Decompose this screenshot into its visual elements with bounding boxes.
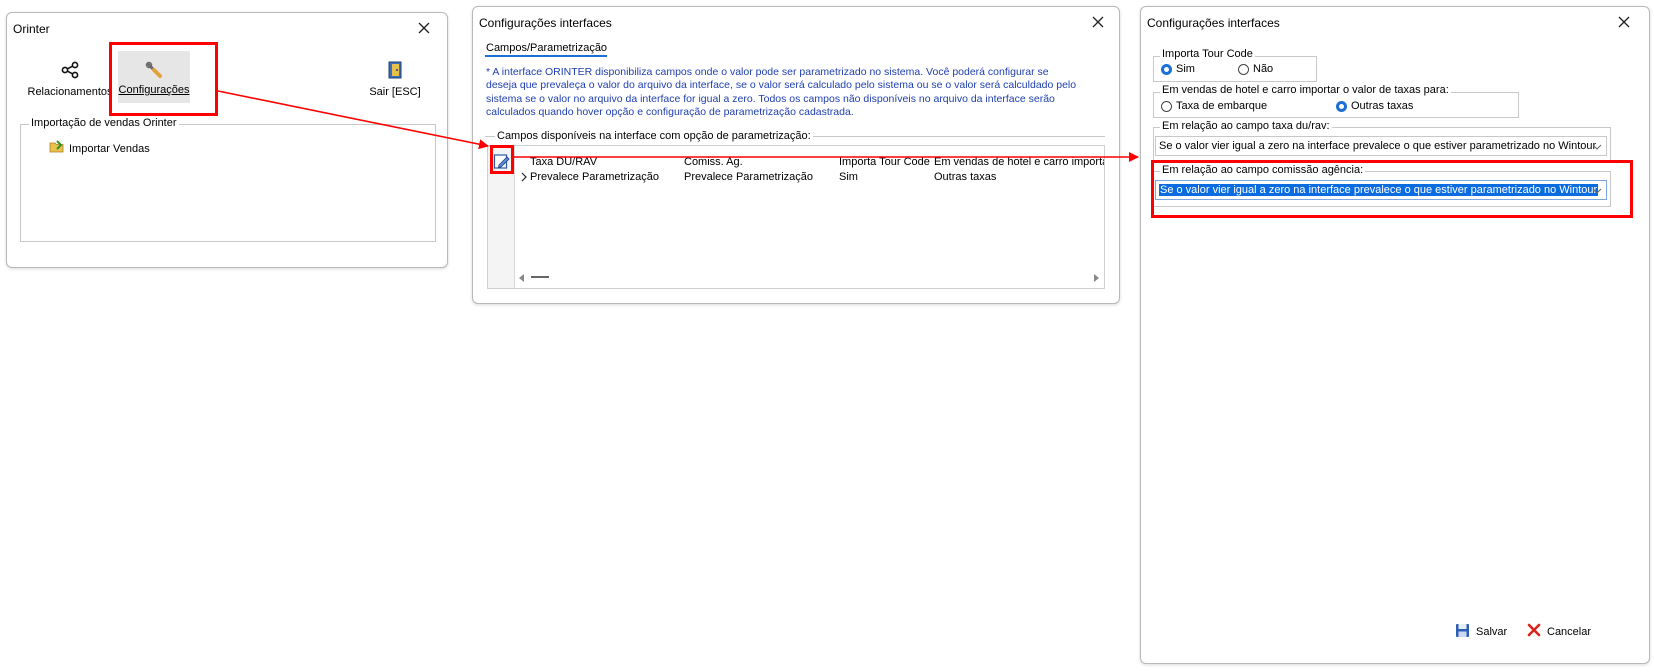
exit-door-icon [387,61,403,82]
tour-code-legend: Importa Tour Code [1160,48,1255,60]
tour-code-sim-label: Sim [1176,63,1195,75]
importacao-group-title: Importação de vendas Orinter [29,117,179,129]
cancelar-button[interactable]: Cancelar [1527,623,1591,640]
info-line: sistema se o valor no arquivo da interfa… [486,92,1055,105]
orinter-window-title: Orinter [13,22,50,36]
taxa-embarque-label: Taxa de embarque [1176,100,1268,112]
config-form-window: Configurações interfaces Importa Tour Co… [1140,6,1650,664]
grid-cell: Sim [839,171,858,183]
close-icon[interactable] [417,21,431,35]
config-form-window-title: Configurações interfaces [1147,16,1280,30]
config-grid-window-title: Configurações interfaces [479,16,612,30]
tab-campos-parametrizacao[interactable]: Campos/Parametrização [486,42,607,54]
tour-code-sim-radio[interactable]: Sim [1161,63,1195,75]
relacionamentos-button[interactable]: Relacionamentos [27,61,113,98]
share-nodes-icon [61,61,79,82]
close-icon[interactable] [1091,15,1105,29]
salvar-label: Salvar [1476,626,1508,638]
sair-label: Sair [ESC] [369,86,421,98]
save-icon [1455,623,1470,641]
info-line: * A interface ORINTER disponibiliza camp… [486,66,1049,78]
chevron-down-icon [1592,186,1602,198]
importar-vendas-label: Importar Vendas [69,142,150,155]
scrollbar-thumb[interactable] [531,276,549,278]
info-text: * A interface ORINTER disponibiliza camp… [486,66,1076,119]
radio-selected-icon [1336,100,1347,112]
importar-vendas-item[interactable]: Importar Vendas [49,139,150,158]
info-line: deseja que prevaleça o valor do arquivo … [486,79,1077,92]
cancel-x-icon [1527,623,1541,640]
horizontal-scrollbar[interactable] [515,270,1103,284]
hotel-carro-legend: Em vendas de hotel e carro importar o va… [1160,84,1451,96]
scroll-right-icon[interactable] [1093,273,1099,285]
outras-taxas-radio[interactable]: Outras taxas [1336,100,1413,112]
table-row[interactable]: Prevalece Parametrização Prevalece Param… [515,170,1103,186]
configuracoes-button[interactable]: Configurações [118,51,190,103]
grid-group-title: Campos disponíveis na interface com opçã… [495,130,813,142]
configuracoes-label: Configurações [118,84,190,96]
taxa-du-rav-legend: Em relação ao campo taxa du/rav: [1160,120,1332,132]
taxa-embarque-radio[interactable]: Taxa de embarque [1161,100,1267,112]
relacionamentos-label: Relacionamentos [27,86,113,98]
comissao-agencia-legend: Em relação ao campo comissão agência: [1160,164,1366,176]
config-grid-window: Configurações interfaces Campos/Parametr… [472,6,1120,304]
grid-header-comiss-ag: Comiss. Ag. [684,156,743,168]
tour-code-nao-radio[interactable]: Não [1238,63,1273,75]
row-chevron-icon [520,172,528,185]
comissao-agencia-value: Se o valor vier igual a zero na interfac… [1159,184,1599,196]
salvar-button[interactable]: Salvar [1455,623,1507,641]
comissao-agencia-select[interactable]: Se o valor vier igual a zero na interfac… [1155,180,1607,200]
parametrizacao-grid[interactable]: Taxa DU/RAV Comiss. Ag. Importa Tour Cod… [487,145,1105,289]
edit-icon[interactable] [493,153,511,171]
grid-header-taxa-du-rav: Taxa DU/RAV [530,156,598,168]
import-folder-icon [49,139,65,158]
taxa-du-rav-select[interactable]: Se o valor vier igual a zero na interfac… [1155,136,1607,156]
grid-header-hotel-carro: Em vendas de hotel e carro importa [934,156,1104,168]
wrench-icon [145,61,163,82]
radio-unselected-icon [1238,63,1249,75]
orinter-window: Orinter Relacionamentos Configurações Sa… [6,12,448,268]
outras-taxas-label: Outras taxas [1351,100,1414,112]
radio-selected-icon [1161,63,1172,75]
scroll-left-icon[interactable] [519,273,525,285]
grid-header-importa-tour-code: Importa Tour Code [839,156,930,168]
grid-cell: Prevalece Parametrização [530,171,660,183]
chevron-down-icon [1592,142,1602,154]
taxa-du-rav-value: Se o valor vier igual a zero na interfac… [1159,140,1597,152]
close-icon[interactable] [1617,15,1631,29]
cancelar-label: Cancelar [1547,625,1592,638]
sair-button[interactable]: Sair [ESC] [365,61,425,98]
grid-cell: Outras taxas [934,171,997,183]
grid-cell: Prevalece Parametrização [684,171,814,183]
info-line: calculados quando hover opção e configur… [486,105,854,118]
tour-code-nao-label: Não [1253,63,1274,75]
radio-unselected-icon [1161,100,1172,112]
tab-active-indicator [485,55,607,57]
